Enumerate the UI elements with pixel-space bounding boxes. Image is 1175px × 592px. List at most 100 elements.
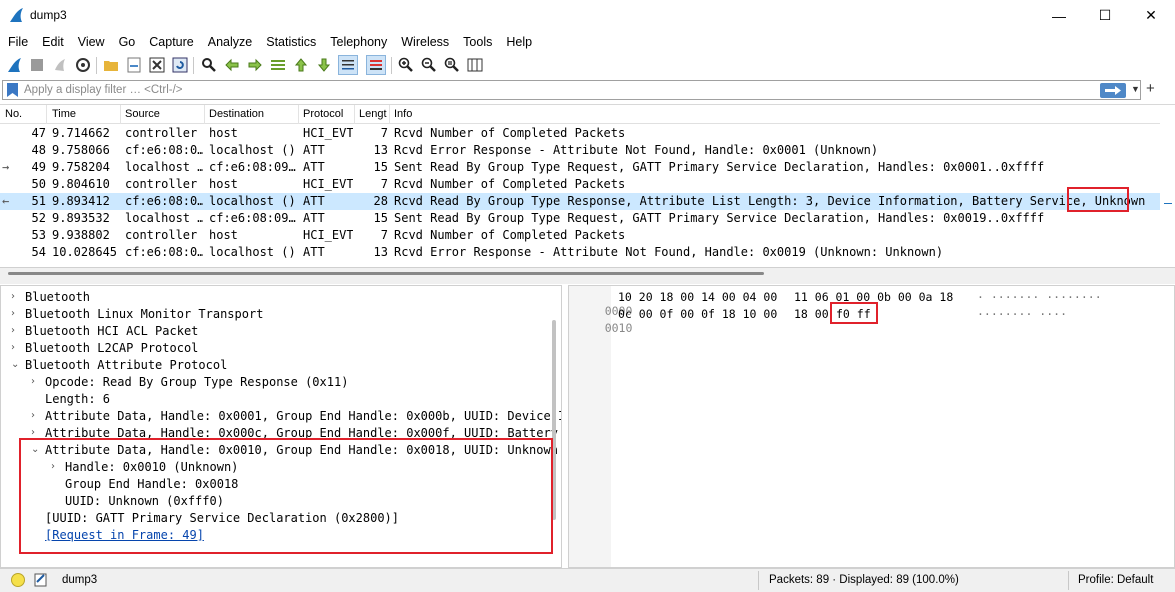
close-button[interactable]: ✕ bbox=[1128, 0, 1174, 31]
chevron-right-icon[interactable]: › bbox=[11, 342, 15, 353]
packet-row[interactable]: 52 9.893532 localhost … cf:e6:08:09… ATT 15 Se… bbox=[0, 210, 1160, 227]
menu-view[interactable]: View bbox=[78, 35, 105, 49]
details-tree-item[interactable]: Length: 6 bbox=[45, 392, 110, 409]
menu-analyze[interactable]: Analyze bbox=[208, 35, 252, 49]
details-tree-item[interactable]: Opcode: Read By Group Type Response (0x1… bbox=[45, 375, 348, 392]
packet-cell-time: 9.893532 bbox=[52, 211, 110, 225]
packet-row[interactable]: 47 9.714662 controller host HCI_EVT 7 Rcvd Num… bbox=[0, 125, 1160, 142]
capture-comment-icon[interactable] bbox=[34, 572, 48, 588]
request-frame-link[interactable]: [Request in Frame: 49] bbox=[45, 528, 204, 545]
packet-row[interactable]: → 49 9.758204 localhost … cf:e6:08:09… ATT 15 S… bbox=[0, 159, 1160, 176]
related-packet-arrow-icon: ← bbox=[2, 194, 10, 208]
menu-statistics[interactable]: Statistics bbox=[266, 35, 316, 49]
apply-filter-arrow-icon[interactable] bbox=[1100, 83, 1126, 98]
packet-cell-len: 28 bbox=[373, 194, 388, 208]
packet-row[interactable]: 50 9.804610 controller host HCI_EVT 7 Rcvd Num… bbox=[0, 176, 1160, 193]
packet-row[interactable]: ← 51 9.893412 cf:e6:08:0… localhost () ATT 28 R… bbox=[0, 193, 1160, 210]
find-packet-icon[interactable] bbox=[200, 56, 218, 74]
column-header-destination[interactable]: Destination bbox=[209, 108, 264, 120]
packet-list-vertical-scrollbar[interactable] bbox=[1161, 124, 1175, 267]
details-tree-item[interactable]: Bluetooth Attribute Protocol bbox=[25, 358, 227, 375]
bytes-hex-highlighted[interactable]: f0 ff bbox=[836, 307, 871, 321]
horizontal-scroll-thumb[interactable] bbox=[8, 272, 764, 275]
column-header-info[interactable]: Info bbox=[394, 108, 412, 120]
details-tree-item[interactable]: Bluetooth HCI ACL Packet bbox=[25, 324, 198, 341]
zoom-out-icon[interactable] bbox=[420, 56, 438, 74]
minimize-button[interactable]: — bbox=[1036, 0, 1082, 31]
chevron-right-icon[interactable]: › bbox=[11, 325, 15, 336]
resize-columns-icon[interactable] bbox=[466, 56, 484, 74]
column-header-source[interactable]: Source bbox=[125, 108, 160, 120]
packet-row[interactable]: 54 10.028645 cf:e6:08:0… localhost () ATT 13 R… bbox=[0, 244, 1160, 261]
column-header-protocol[interactable]: Protocol bbox=[303, 108, 343, 120]
chevron-right-icon[interactable]: › bbox=[31, 410, 35, 421]
bytes-hex-b-1[interactable]: 18 00 bbox=[794, 307, 829, 321]
chevron-down-icon[interactable]: ⌄ bbox=[11, 359, 19, 370]
menu-wireless[interactable]: Wireless bbox=[401, 35, 449, 49]
details-tree-item[interactable]: Bluetooth Linux Monitor Transport bbox=[25, 307, 263, 324]
packet-row[interactable]: 53 9.938802 controller host HCI_EVT 7 Rcvd Num… bbox=[0, 227, 1160, 244]
expert-info-icon[interactable] bbox=[11, 573, 25, 587]
bytes-ascii-0[interactable]: · ······· ········ bbox=[977, 290, 1102, 304]
menu-edit[interactable]: Edit bbox=[42, 35, 64, 49]
auto-scroll-icon[interactable] bbox=[338, 55, 358, 75]
bytes-hex-b-0[interactable]: 11 06 01 00 0b 00 0a 18 bbox=[794, 290, 953, 304]
details-tree-item[interactable]: Bluetooth bbox=[25, 290, 90, 307]
capture-options-icon[interactable] bbox=[74, 56, 92, 74]
chevron-right-icon[interactable]: › bbox=[31, 376, 35, 387]
restart-capture-icon[interactable] bbox=[51, 56, 69, 74]
menu-file[interactable]: File bbox=[8, 35, 28, 49]
chevron-down-icon[interactable]: ⌄ bbox=[31, 444, 39, 455]
go-forward-icon[interactable] bbox=[246, 56, 264, 74]
details-vertical-scrollbar[interactable] bbox=[552, 320, 556, 520]
maximize-button[interactable]: ☐ bbox=[1082, 0, 1128, 31]
zoom-normal-icon[interactable] bbox=[443, 56, 461, 74]
go-first-icon[interactable] bbox=[292, 56, 310, 74]
bytes-hex-a-0[interactable]: 10 20 18 00 14 00 04 00 bbox=[618, 290, 777, 304]
chevron-right-icon[interactable]: › bbox=[11, 291, 15, 302]
bytes-hex-a-1[interactable]: 0c 00 0f 00 0f 18 10 00 bbox=[618, 307, 777, 321]
bytes-ascii-1[interactable]: ········ ···· bbox=[977, 307, 1067, 321]
details-tree-item[interactable]: Handle: 0x0010 (Unknown) bbox=[65, 460, 238, 477]
menu-telephony[interactable]: Telephony bbox=[330, 35, 387, 49]
add-filter-button[interactable]: + bbox=[1146, 80, 1155, 97]
zoom-in-icon[interactable] bbox=[397, 56, 415, 74]
filter-dropdown-icon[interactable]: ▼ bbox=[1131, 84, 1140, 94]
colorize-icon[interactable] bbox=[366, 55, 386, 75]
details-tree-item[interactable]: [UUID: GATT Primary Service Declaration … bbox=[45, 511, 399, 528]
details-tree-item[interactable]: Attribute Data, Handle: 0x0001, Group En… bbox=[45, 409, 561, 426]
stop-capture-icon[interactable] bbox=[28, 56, 46, 74]
open-file-icon[interactable] bbox=[102, 56, 120, 74]
packet-cell-no: 49 bbox=[31, 160, 46, 174]
column-header-time[interactable]: Time bbox=[52, 108, 76, 120]
menu-capture[interactable]: Capture bbox=[149, 35, 193, 49]
chevron-right-icon[interactable]: › bbox=[51, 461, 55, 472]
column-header-length[interactable]: Lengt bbox=[359, 108, 387, 120]
packet-row[interactable]: 48 9.758066 cf:e6:08:0… localhost () ATT 13 Rc… bbox=[0, 142, 1160, 159]
menu-help[interactable]: Help bbox=[506, 35, 532, 49]
packet-cell-src: cf:e6:08:0… bbox=[125, 194, 203, 208]
details-tree-item[interactable]: Attribute Data, Handle: 0x000c, Group En… bbox=[45, 426, 558, 443]
details-tree-item[interactable]: Group End Handle: 0x0018 bbox=[65, 477, 238, 494]
menu-go[interactable]: Go bbox=[119, 35, 136, 49]
status-profile[interactable]: Profile: Default bbox=[1078, 574, 1153, 586]
reload-file-icon[interactable] bbox=[171, 56, 189, 74]
menu-tools[interactable]: Tools bbox=[463, 35, 492, 49]
display-filter-input[interactable]: Apply a display filter … <Ctrl-/> ▼ bbox=[2, 80, 1141, 100]
details-tree-item[interactable]: UUID: Unknown (0xfff0) bbox=[65, 494, 224, 511]
details-tree-item[interactable]: Attribute Data, Handle: 0x0010, Group En… bbox=[45, 443, 558, 460]
chevron-right-icon[interactable]: › bbox=[11, 308, 15, 319]
packet-cell-info: Rcvd Number of Completed Packets bbox=[394, 228, 626, 242]
close-file-icon[interactable] bbox=[148, 56, 166, 74]
packet-cell-proto: HCI_EVT bbox=[303, 177, 353, 191]
go-to-packet-icon[interactable] bbox=[269, 56, 287, 74]
go-back-icon[interactable] bbox=[223, 56, 241, 74]
save-file-icon[interactable] bbox=[125, 56, 143, 74]
column-header-no[interactable]: No. bbox=[5, 108, 22, 120]
chevron-right-icon[interactable]: › bbox=[31, 427, 35, 438]
bookmark-icon[interactable] bbox=[7, 83, 18, 97]
go-last-icon[interactable] bbox=[315, 56, 333, 74]
packet-list-horizontal-scrollbar[interactable] bbox=[0, 267, 1175, 284]
shark-fin-start-icon[interactable] bbox=[6, 56, 24, 74]
details-tree-item[interactable]: Bluetooth L2CAP Protocol bbox=[25, 341, 198, 358]
